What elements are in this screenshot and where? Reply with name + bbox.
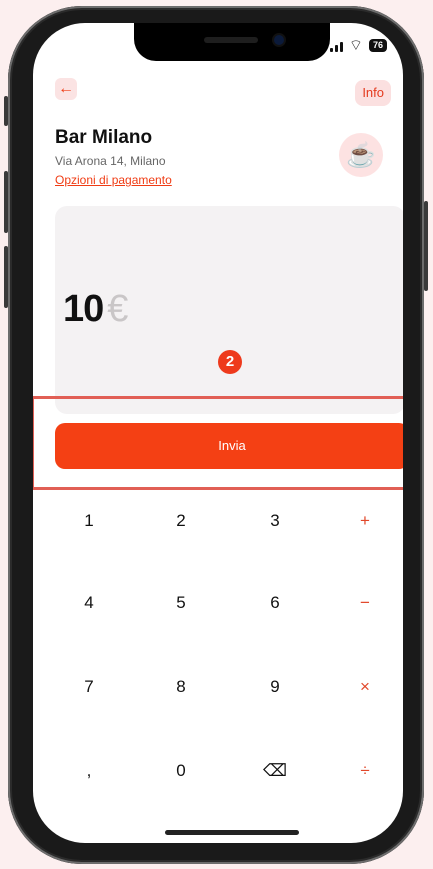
power-button bbox=[424, 201, 428, 291]
key-3[interactable]: 3 bbox=[235, 491, 315, 551]
volume-down-button bbox=[4, 246, 8, 308]
merchant-address: Via Arona 14, Milano bbox=[55, 154, 166, 168]
status-bar: ⌔ 76 bbox=[329, 36, 387, 54]
send-button[interactable]: Invia bbox=[55, 423, 403, 469]
merchant-name: Bar Milano bbox=[55, 127, 153, 148]
key-2[interactable]: 2 bbox=[141, 491, 221, 551]
payment-options-link[interactable]: Opzioni di pagamento bbox=[55, 173, 172, 187]
amount-number: 10 bbox=[63, 288, 104, 330]
amount-display: 10 € bbox=[55, 206, 403, 414]
backspace-icon[interactable]: ⌫ bbox=[235, 741, 315, 801]
home-indicator bbox=[165, 830, 299, 835]
key-divide[interactable]: ÷ bbox=[325, 741, 403, 801]
currency-symbol: € bbox=[107, 288, 128, 330]
key-9[interactable]: 9 bbox=[235, 657, 315, 717]
arrow-left-icon: ← bbox=[58, 80, 74, 97]
step-badge: 2 bbox=[218, 350, 242, 374]
merchant-avatar: ☕ bbox=[339, 133, 383, 177]
notch bbox=[134, 23, 330, 61]
key-5[interactable]: 5 bbox=[141, 573, 221, 633]
mute-switch bbox=[4, 96, 8, 126]
coffee-cup-icon: ☕ bbox=[346, 141, 376, 169]
volume-up-button bbox=[4, 171, 8, 233]
wifi-icon: ⌔ bbox=[348, 36, 363, 54]
signal-icon bbox=[329, 40, 343, 52]
key-7[interactable]: 7 bbox=[49, 657, 129, 717]
battery-icon: 76 bbox=[368, 39, 387, 52]
key-0[interactable]: 0 bbox=[141, 741, 221, 801]
key-plus[interactable]: + bbox=[325, 491, 403, 551]
speaker bbox=[204, 37, 258, 43]
key-4[interactable]: 4 bbox=[49, 573, 129, 633]
back-button[interactable]: ← bbox=[55, 78, 77, 100]
info-button[interactable]: Info bbox=[355, 80, 391, 106]
screen: ⌔ 76 ← Info Bar Milano Via Arona 14, Mil… bbox=[33, 23, 403, 843]
key-1[interactable]: 1 bbox=[49, 491, 129, 551]
key-minus[interactable]: − bbox=[325, 573, 403, 633]
key-comma[interactable]: , bbox=[49, 741, 129, 801]
key-8[interactable]: 8 bbox=[141, 657, 221, 717]
key-multiply[interactable]: × bbox=[325, 657, 403, 717]
amount-value: 10 € bbox=[63, 288, 128, 331]
key-6[interactable]: 6 bbox=[235, 573, 315, 633]
front-camera bbox=[274, 35, 284, 45]
